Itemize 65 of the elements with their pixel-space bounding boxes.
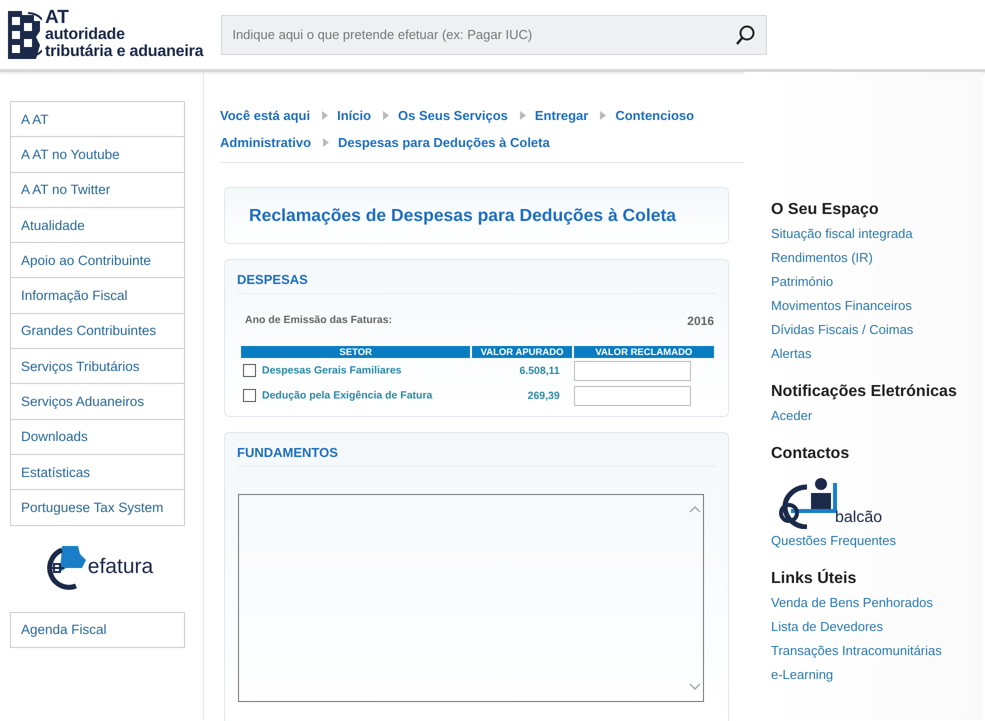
breadcrumb-link[interactable]: Administrativo bbox=[220, 135, 312, 150]
sidebar-link[interactable]: Serviços Aduaneiros bbox=[11, 394, 144, 410]
amount-cell-text: 6.508,11 bbox=[518, 364, 561, 378]
breadcrumb-label: Você está aqui bbox=[220, 108, 310, 123]
efatura-logo[interactable]: efatura bbox=[10, 536, 183, 598]
section-heading: FUNDAMENTOS bbox=[237, 445, 716, 467]
sidebar-link[interactable]: Atualidade bbox=[11, 218, 85, 233]
sidebar-link[interactable]: Downloads bbox=[11, 429, 88, 444]
aside-link[interactable]: e-Learning bbox=[771, 663, 983, 687]
chevron-icon bbox=[599, 111, 606, 120]
breadcrumb-link[interactable]: Contencioso bbox=[615, 108, 694, 123]
aside-link[interactable]: Rendimentos (IR) bbox=[771, 246, 983, 270]
section-heading: O Seu Espaço bbox=[771, 201, 880, 219]
aside-link[interactable]: Questões Frequentes bbox=[771, 529, 983, 553]
sidebar-link[interactable]: Grandes Contribuintes bbox=[11, 323, 156, 338]
section-heading: DESPESAS bbox=[237, 272, 716, 294]
amount-input[interactable] bbox=[574, 360, 691, 380]
checkbox[interactable] bbox=[243, 364, 256, 377]
sidebar-link[interactable]: Serviços Tributários bbox=[11, 358, 140, 374]
chevron-icon bbox=[382, 111, 390, 120]
title-card: Reclamações de Despesas para Deduções à Coleta bbox=[224, 187, 729, 244]
logo-text: tributária e aduaneira bbox=[45, 42, 204, 60]
section-heading: Links Úteis bbox=[771, 570, 858, 588]
aside-link[interactable]: Movimentos Financeiros bbox=[771, 294, 983, 318]
sector-name[interactable]: Dedução pela Exigência de Fatura bbox=[262, 389, 432, 402]
logo-abbreviation: AT bbox=[45, 10, 69, 26]
section-heading: Notificações Eletrónicas bbox=[771, 383, 958, 401]
year-value: 2016 bbox=[687, 314, 714, 328]
sidebar-link[interactable]: A AT no Youtube bbox=[11, 146, 120, 162]
scroll-up-icon[interactable] bbox=[689, 505, 701, 513]
aside-link[interactable]: Aceder bbox=[771, 404, 983, 428]
sidebar-link[interactable]: A AT no Twitter bbox=[11, 182, 110, 198]
breadcrumb-link[interactable]: Despesas para Deduções à Coleta bbox=[338, 135, 550, 150]
checkbox[interactable] bbox=[243, 389, 256, 402]
aside-link[interactable]: Dívidas Fiscais / Coimas bbox=[771, 318, 983, 342]
sidebar-link[interactable]: Apoio ao Contribuinte bbox=[11, 252, 151, 268]
amount-cell-text: 269,39 bbox=[526, 388, 561, 404]
aside-link[interactable]: Venda de Bens Penhorados bbox=[771, 591, 983, 615]
aside-link[interactable]: Transações Intracomunitárias bbox=[771, 639, 983, 663]
table-header: VALOR RECLAMADO bbox=[574, 346, 714, 358]
aside-link[interactable]: Património bbox=[771, 270, 983, 294]
sidebar-link[interactable]: Portuguese Tax System bbox=[11, 500, 164, 515]
sidebar-link[interactable]: Informação Fiscal bbox=[11, 288, 128, 304]
logo-text: autoridade bbox=[45, 26, 126, 42]
chevron-icon bbox=[321, 111, 328, 120]
breadcrumb-link[interactable]: Entregar bbox=[534, 108, 588, 123]
breadcrumb-link[interactable]: Início bbox=[337, 108, 372, 123]
amount-input[interactable] bbox=[574, 386, 691, 406]
sidebar-link[interactable]: A AT bbox=[11, 112, 49, 127]
breadcrumb-link[interactable]: Os Seus Serviços bbox=[398, 108, 508, 123]
aside-link[interactable]: Situação fiscal integrada bbox=[771, 222, 983, 246]
chevron-icon bbox=[322, 138, 330, 147]
sector-name[interactable]: Despesas Gerais Familiares bbox=[262, 364, 402, 376]
sidebar-link[interactable]: Estatísticas bbox=[11, 464, 90, 480]
year-label: Ano de Emissão das Faturas: bbox=[245, 314, 392, 328]
section-heading: Contactos bbox=[771, 445, 850, 463]
chevron-icon bbox=[518, 111, 526, 120]
table-header: SETOR bbox=[241, 346, 470, 358]
aside-link[interactable]: Alertas bbox=[771, 342, 983, 366]
search-field[interactable]: Indique aqui o que pretende efetuar (ex: Pagar IUC) bbox=[221, 14, 768, 54]
aside-link[interactable]: Lista de Devedores bbox=[771, 615, 983, 639]
ebalcao-logo[interactable]: balcão bbox=[777, 471, 983, 529]
search-icon[interactable] bbox=[735, 24, 758, 46]
table-header: VALOR APURADO bbox=[472, 346, 572, 358]
scroll-down-icon[interactable] bbox=[689, 683, 701, 691]
